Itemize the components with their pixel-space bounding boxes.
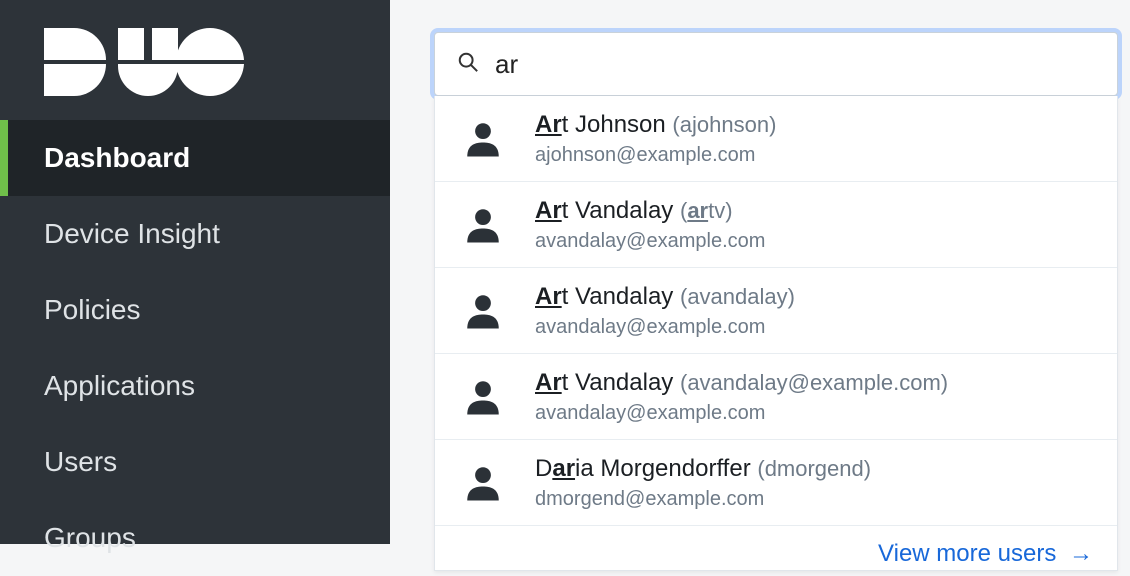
name-post: t Vandalay bbox=[562, 283, 674, 310]
name-highlight: ar bbox=[552, 455, 575, 482]
search-result[interactable]: Art Vandalay (avandalay) avandalay@examp… bbox=[435, 268, 1117, 354]
avatar-icon bbox=[455, 462, 511, 504]
result-name-line: Daria Morgendorffer (dmorgend) bbox=[535, 454, 1097, 484]
result-text: Daria Morgendorffer (dmorgend) dmorgend@… bbox=[511, 454, 1097, 511]
search-combobox: Art Johnson (ajohnson) ajohnson@example.… bbox=[434, 32, 1118, 96]
alias-post: avandalay bbox=[687, 284, 787, 309]
sidebar-item-label: Users bbox=[44, 446, 117, 477]
result-name-line: Art Vandalay (artv) bbox=[535, 196, 1097, 226]
result-alias: (artv) bbox=[680, 198, 733, 223]
alias-highlight: ar bbox=[687, 198, 708, 223]
avatar-icon bbox=[455, 118, 511, 160]
result-text: Art Johnson (ajohnson) ajohnson@example.… bbox=[511, 110, 1097, 167]
search-box[interactable] bbox=[434, 32, 1118, 96]
search-results-dropdown: Art Johnson (ajohnson) ajohnson@example.… bbox=[434, 96, 1118, 571]
name-highlight: Ar bbox=[535, 197, 562, 224]
result-name-line: Art Vandalay (avandalay) bbox=[535, 282, 1097, 312]
result-alias: (dmorgend) bbox=[757, 456, 871, 481]
search-result[interactable]: Art Vandalay (artv) avandalay@example.co… bbox=[435, 182, 1117, 268]
avatar-icon bbox=[455, 290, 511, 332]
search-result[interactable]: Art Vandalay (avandalay@example.com) ava… bbox=[435, 354, 1117, 440]
name-post: t Vandalay bbox=[562, 197, 674, 224]
result-alias: (ajohnson) bbox=[672, 112, 776, 137]
sidebar-item-label: Device Insight bbox=[44, 218, 220, 249]
sidebar-item-label: Dashboard bbox=[44, 142, 190, 173]
alias-post: avandalay@example.com bbox=[687, 370, 940, 395]
avatar-icon bbox=[455, 376, 511, 418]
sidebar-item-dashboard[interactable]: Dashboard bbox=[0, 120, 390, 196]
result-name-line: Art Vandalay (avandalay@example.com) bbox=[535, 368, 1097, 398]
result-email: dmorgend@example.com bbox=[535, 488, 1097, 511]
name-highlight: Ar bbox=[535, 283, 562, 310]
result-name-line: Art Johnson (ajohnson) bbox=[535, 110, 1097, 140]
alias-post: ajohnson bbox=[680, 112, 769, 137]
result-email: avandalay@example.com bbox=[535, 402, 1097, 425]
name-post: t Vandalay bbox=[562, 369, 674, 396]
view-more-users-link[interactable]: View more users → bbox=[435, 526, 1117, 570]
view-more-label: View more users bbox=[878, 540, 1056, 567]
sidebar-item-users[interactable]: Users bbox=[0, 424, 390, 500]
sidebar-item-applications[interactable]: Applications bbox=[0, 348, 390, 424]
result-email: avandalay@example.com bbox=[535, 230, 1097, 253]
result-email: avandalay@example.com bbox=[535, 316, 1097, 339]
name-post: t Johnson bbox=[562, 111, 666, 138]
result-alias: (avandalay) bbox=[680, 284, 795, 309]
sidebar-item-device-insight[interactable]: Device Insight bbox=[0, 196, 390, 272]
brand-logo bbox=[0, 0, 390, 120]
search-result[interactable]: Art Johnson (ajohnson) ajohnson@example.… bbox=[435, 96, 1117, 182]
sidebar-item-label: Applications bbox=[44, 370, 195, 401]
main-content: Art Johnson (ajohnson) ajohnson@example.… bbox=[390, 0, 1130, 544]
sidebar-item-groups[interactable]: Groups bbox=[0, 500, 390, 576]
result-alias: (avandalay@example.com) bbox=[680, 370, 948, 395]
sidebar: Dashboard Device Insight Policies Applic… bbox=[0, 0, 390, 544]
search-input[interactable] bbox=[495, 49, 1095, 80]
sidebar-item-policies[interactable]: Policies bbox=[0, 272, 390, 348]
name-post: ia Morgendorffer bbox=[575, 455, 751, 482]
alias-post: dmorgend bbox=[765, 456, 864, 481]
name-pre: D bbox=[535, 455, 552, 482]
result-text: Art Vandalay (artv) avandalay@example.co… bbox=[511, 196, 1097, 253]
search-result[interactable]: Daria Morgendorffer (dmorgend) dmorgend@… bbox=[435, 440, 1117, 526]
name-highlight: Ar bbox=[535, 111, 562, 138]
name-highlight: Ar bbox=[535, 369, 562, 396]
duo-logo-icon bbox=[44, 28, 244, 96]
arrow-right-icon: → bbox=[1069, 540, 1093, 567]
sidebar-item-label: Groups bbox=[44, 522, 136, 553]
alias-post: tv bbox=[708, 198, 725, 223]
sidebar-item-label: Policies bbox=[44, 294, 140, 325]
result-text: Art Vandalay (avandalay) avandalay@examp… bbox=[511, 282, 1097, 339]
result-email: ajohnson@example.com bbox=[535, 144, 1097, 167]
result-text: Art Vandalay (avandalay@example.com) ava… bbox=[511, 368, 1097, 425]
avatar-icon bbox=[455, 204, 511, 246]
search-icon bbox=[457, 51, 479, 78]
